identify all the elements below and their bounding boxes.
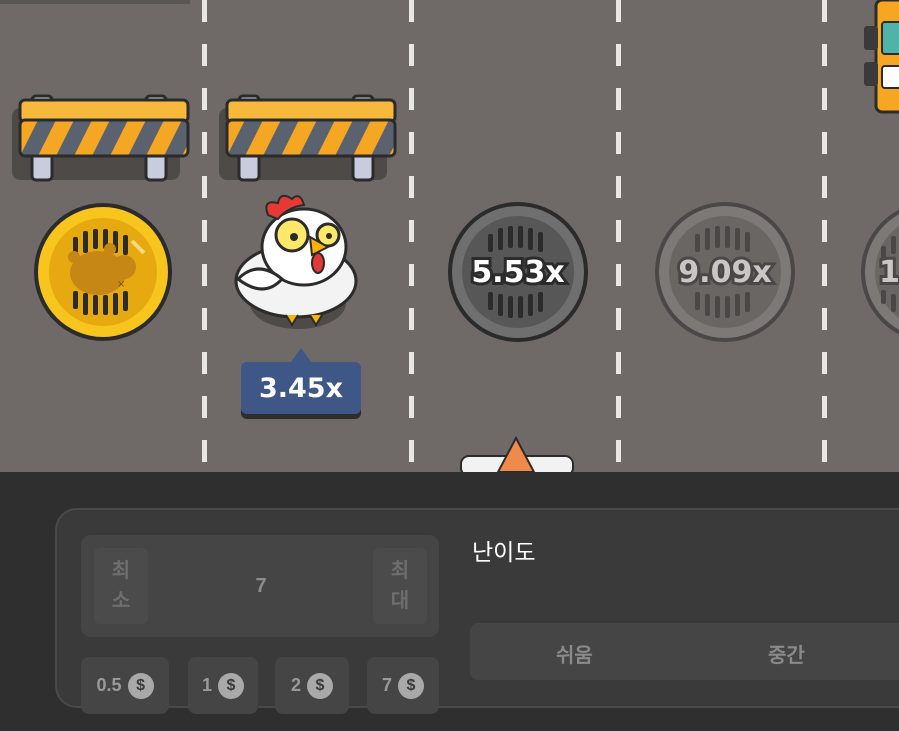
dollar-icon: $ xyxy=(127,672,154,699)
quick-amount-button[interactable]: 7 $ xyxy=(367,657,439,714)
lane-divider xyxy=(822,0,827,472)
road-barrier xyxy=(12,94,190,182)
dollar-icon: $ xyxy=(398,672,424,699)
difficulty-option-medium[interactable]: 중간 xyxy=(768,639,805,668)
dollar-icon: $ xyxy=(307,672,333,699)
max-button[interactable]: 최 대 xyxy=(373,548,427,624)
svg-text:×: × xyxy=(117,279,125,290)
game-board: × 3.45x 5.53x 5.53x 9.09x 9.09x 1 1 xyxy=(0,0,899,472)
min-button[interactable]: 최 소 xyxy=(94,548,148,624)
quick-amount-button[interactable]: 0.5 $ xyxy=(81,657,169,714)
quick-amount-label: 7 xyxy=(381,675,392,695)
lane-divider xyxy=(202,0,207,472)
multiplier-label: 9.09x xyxy=(678,255,771,290)
curb-strip xyxy=(0,0,190,4)
bet-amount-box: 최 소 7 최 대 xyxy=(81,535,439,637)
current-multiplier-tag: 3.45x xyxy=(241,348,361,414)
manhole-lane-4[interactable]: 9.09x 9.09x xyxy=(653,200,797,344)
truck-icon xyxy=(864,0,899,114)
manhole-lane-3[interactable]: 5.53x 5.53x xyxy=(446,200,590,344)
lane-divider xyxy=(616,0,621,472)
quick-amount-button[interactable]: 1 $ xyxy=(188,657,258,714)
difficulty-selector: 쉬움 중간 xyxy=(470,623,899,680)
quick-amount-button[interactable]: 2 $ xyxy=(275,657,349,714)
quick-amount-label: 2 xyxy=(290,675,301,695)
multiplier-label: 15 xyxy=(879,255,899,290)
quick-amount-label: 1 xyxy=(201,675,212,695)
traffic-cone-icon xyxy=(460,436,574,472)
lane-divider xyxy=(409,0,414,472)
bet-amount-input[interactable]: 7 xyxy=(241,575,281,598)
manhole-lane-5[interactable]: 15 15 xyxy=(859,200,899,344)
quick-amount-label: 0.5 xyxy=(96,675,122,695)
chicken-coin-icon: × xyxy=(34,203,172,341)
dollar-icon: $ xyxy=(218,672,244,699)
road-barrier xyxy=(219,94,397,182)
difficulty-title: 난이도 xyxy=(472,540,536,566)
difficulty-option-easy[interactable]: 쉬움 xyxy=(556,639,593,668)
multiplier-label: 5.53x xyxy=(471,255,564,290)
chicken-player-icon xyxy=(234,194,358,329)
